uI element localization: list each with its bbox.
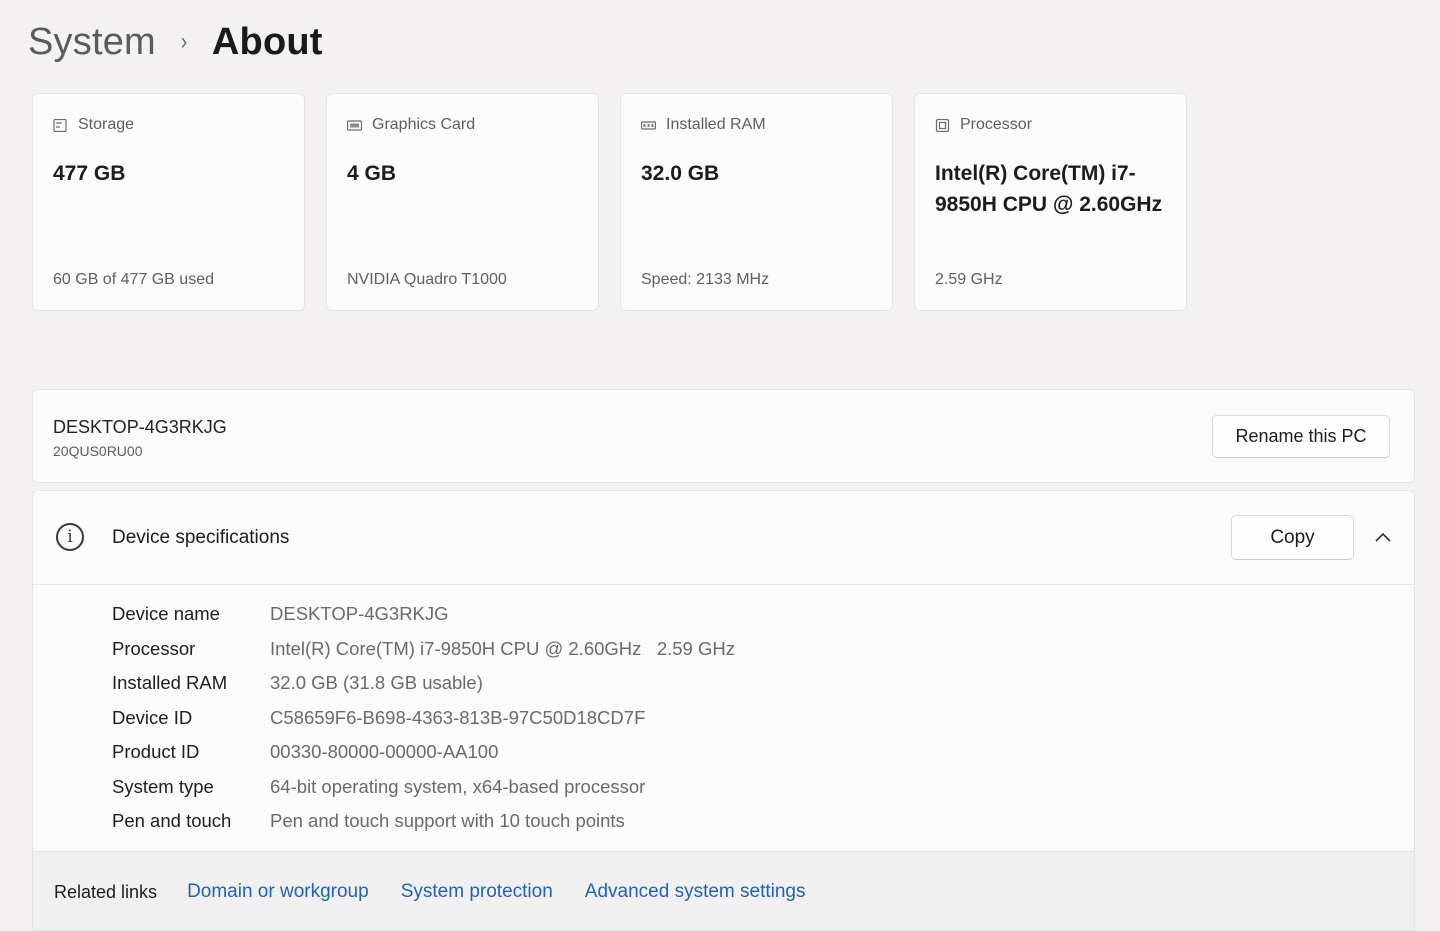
- card-subtext: 2.59 GHz: [935, 271, 1003, 288]
- spec-value: DESKTOP-4G3RKJG: [270, 603, 449, 625]
- spec-cards: Storage 477 GB 60 GB of 477 GB used Grap…: [32, 93, 1187, 311]
- card-subtext: Speed: 2133 MHz: [641, 271, 770, 288]
- breadcrumb-chevron-icon: ›: [180, 28, 188, 55]
- device-model: 20QUS0RU00: [53, 443, 143, 459]
- device-specifications-panel: i Device specifications Copy Device name…: [32, 490, 1415, 931]
- breadcrumb-system[interactable]: System: [28, 21, 156, 64]
- chevron-up-icon[interactable]: [1373, 527, 1393, 547]
- specs-header[interactable]: i Device specifications Copy: [33, 491, 1414, 585]
- specs-title: Device specifications: [112, 527, 290, 548]
- ram-icon: [641, 120, 656, 130]
- rename-pc-button[interactable]: Rename this PC: [1212, 415, 1390, 458]
- card-value: 4 GB: [347, 162, 397, 185]
- spec-value: 32.0 GB (31.8 GB usable): [270, 672, 483, 694]
- info-icon: i: [56, 523, 84, 551]
- spec-value: Pen and touch support with 10 touch poin…: [270, 810, 625, 832]
- spec-label: Device ID: [112, 706, 193, 728]
- card-subtext: NVIDIA Quadro T1000: [347, 271, 507, 288]
- spec-row-device-name: Device name DESKTOP-4G3RKJG: [112, 597, 735, 632]
- graphics-card-icon: [347, 119, 362, 131]
- card-value: 477 GB: [53, 162, 126, 185]
- page-title: About: [211, 20, 323, 63]
- processor-card: Processor Intel(R) Core(TM) i7-9850H CPU…: [914, 93, 1187, 311]
- card-value: Intel(R) Core(TM) i7-9850H CPU @ 2.60GHz: [935, 162, 1163, 216]
- spec-rows: Device name DESKTOP-4G3RKJG Processor In…: [112, 597, 735, 839]
- card-label: Installed RAM: [666, 116, 766, 133]
- copy-button[interactable]: Copy: [1231, 515, 1354, 560]
- system-protection-link[interactable]: System protection: [401, 881, 553, 903]
- spec-value: Intel(R) Core(TM) i7-9850H CPU @ 2.60GHz…: [270, 637, 735, 659]
- spec-label: Processor: [112, 637, 196, 659]
- device-name-bar: DESKTOP-4G3RKJG 20QUS0RU00 Rename this P…: [32, 389, 1415, 483]
- spec-row-pen-and-touch: Pen and touch Pen and touch support with…: [112, 804, 735, 839]
- storage-icon: [53, 118, 67, 132]
- card-subtext: 60 GB of 477 GB used: [53, 271, 214, 288]
- spec-row-processor: Processor Intel(R) Core(TM) i7-9850H CPU…: [112, 632, 735, 667]
- card-label: Graphics Card: [372, 116, 476, 133]
- spec-row-system-type: System type 64-bit operating system, x64…: [112, 770, 735, 805]
- spec-row-device-id: Device ID C58659F6-B698-4363-813B-97C50D…: [112, 701, 735, 736]
- advanced-system-settings-link[interactable]: Advanced system settings: [585, 881, 806, 903]
- card-value: 32.0 GB: [641, 162, 720, 185]
- storage-card: Storage 477 GB 60 GB of 477 GB used: [32, 93, 305, 311]
- processor-icon: [935, 118, 950, 132]
- graphics-card-card: Graphics Card 4 GB NVIDIA Quadro T1000: [326, 93, 599, 311]
- spec-row-installed-ram: Installed RAM 32.0 GB (31.8 GB usable): [112, 666, 735, 701]
- breadcrumb: System › About: [28, 18, 323, 66]
- spec-label: Product ID: [112, 741, 200, 763]
- related-links: Related links Domain or workgroup System…: [33, 851, 1414, 930]
- spec-label: Installed RAM: [112, 672, 228, 694]
- spec-label: Device name: [112, 603, 220, 625]
- spec-row-product-id: Product ID 00330-80000-00000-AA100: [112, 735, 735, 770]
- domain-or-workgroup-link[interactable]: Domain or workgroup: [187, 881, 369, 903]
- installed-ram-card: Installed RAM 32.0 GB Speed: 2133 MHz: [620, 93, 893, 311]
- card-label: Storage: [78, 116, 135, 133]
- device-name: DESKTOP-4G3RKJG: [53, 417, 227, 437]
- about-page: System › About Storage 477 GB 60 GB of 4…: [0, 0, 1440, 931]
- spec-value: C58659F6-B698-4363-813B-97C50D18CD7F: [270, 706, 646, 728]
- spec-label: Pen and touch: [112, 810, 232, 832]
- spec-value: 64-bit operating system, x64-based proce…: [270, 775, 646, 797]
- card-label: Processor: [960, 116, 1033, 133]
- spec-value: 00330-80000-00000-AA100: [270, 741, 499, 763]
- spec-label: System type: [112, 775, 214, 797]
- related-links-title: Related links: [54, 881, 158, 902]
